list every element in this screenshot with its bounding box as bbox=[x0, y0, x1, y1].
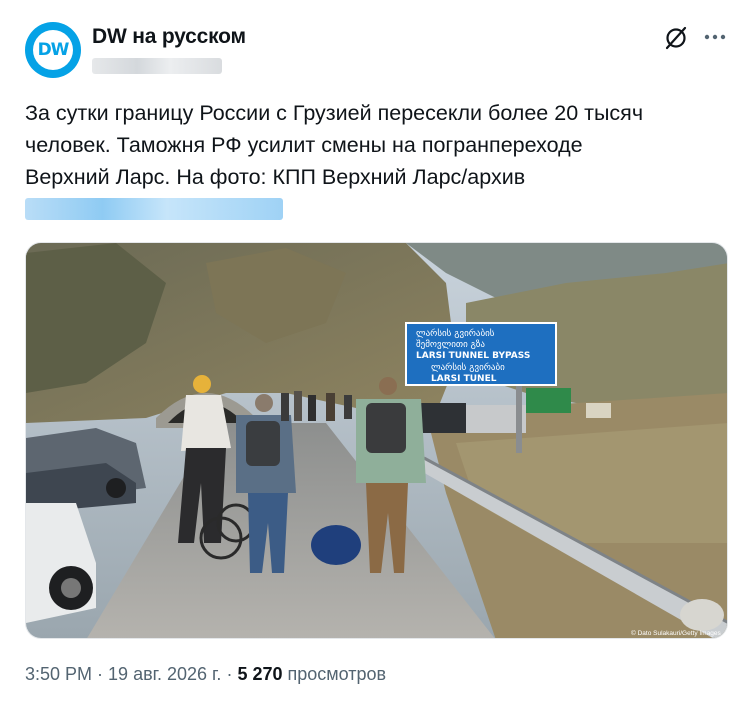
author-avatar[interactable]: DW bbox=[25, 22, 81, 78]
post: DW DW на русском За сутки границу России… bbox=[0, 0, 749, 714]
separator: · bbox=[97, 664, 104, 684]
post-text-line: Верхний Ларс. На фото: КПП Верхний Ларс/… bbox=[25, 165, 526, 189]
grok-icon[interactable] bbox=[662, 24, 690, 52]
sign-line1: ლარსის გვირაბის bbox=[416, 328, 495, 339]
post-meta: 3:50 PM · 19 авг. 2026 г. · 5 270 просмотров bbox=[25, 664, 386, 685]
more-icon[interactable] bbox=[700, 22, 730, 52]
post-link-blurred[interactable] bbox=[25, 198, 283, 220]
sign-line3: LARSI TUNNEL BYPASS bbox=[416, 351, 530, 361]
sign-line5: LARSI TUNEL bbox=[431, 374, 497, 384]
views-label: просмотров bbox=[287, 664, 387, 684]
post-text-line: За сутки границу России с Грузией пересе… bbox=[25, 101, 644, 125]
post-text: За сутки границу России с Грузией пересе… bbox=[25, 97, 725, 193]
sign-line2: შემოვლითი გზა bbox=[416, 339, 485, 350]
post-photo[interactable]: ლარსის გვირაბის შემოვლითი გზა LARSI TUNN… bbox=[25, 242, 728, 639]
post-time[interactable]: 3:50 PM bbox=[25, 664, 92, 684]
dw-logo: DW bbox=[33, 30, 73, 70]
author-name[interactable]: DW на русском bbox=[92, 25, 246, 49]
photo-credit: © Dato Sulakauri/Getty Images bbox=[631, 629, 721, 637]
views-count: 5 270 bbox=[237, 664, 283, 684]
avatar-text: DW bbox=[37, 40, 70, 60]
sign-line4: ლარსის გვირაბი bbox=[431, 362, 505, 373]
separator: · bbox=[226, 664, 233, 684]
post-date[interactable]: 19 авг. 2026 г. bbox=[108, 664, 221, 684]
author-handle-blurred[interactable] bbox=[92, 58, 222, 74]
post-text-line: человек. Таможня РФ усилит смены на погр… bbox=[25, 133, 583, 157]
